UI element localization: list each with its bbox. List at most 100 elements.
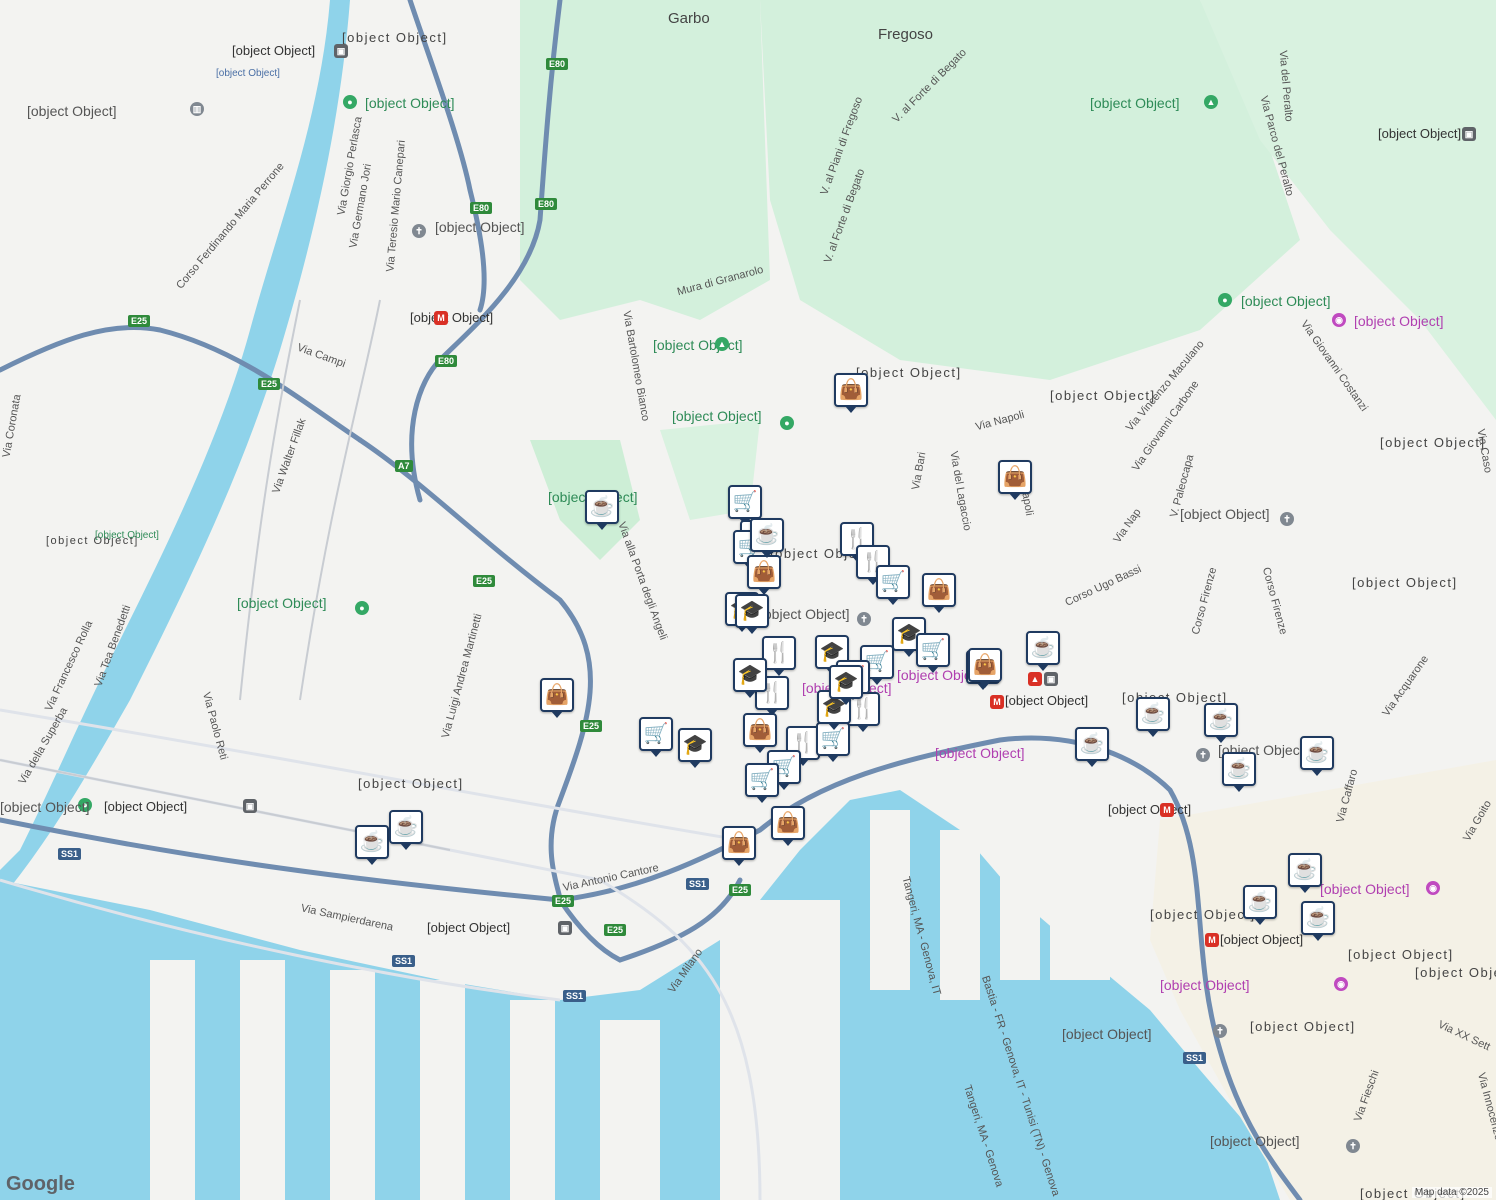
district-castelletto: [object Object] [1352, 575, 1458, 590]
highway-shield: A7 [395, 460, 413, 472]
highway-shield: SS1 [1183, 1052, 1207, 1064]
place-borzoli: [object Object] [216, 68, 280, 79]
shopping-bag-icon[interactable]: 👜 [747, 555, 781, 595]
train-station-icon: ▣ [558, 921, 572, 935]
highway-shield: SS1 [392, 955, 416, 967]
shopping-cart-icon[interactable]: 🛒 [728, 485, 762, 525]
place-campo-granarolo[interactable]: [object Object] [672, 409, 762, 424]
school-icon[interactable]: 🎓 [829, 665, 863, 705]
place-san-giorgio[interactable]: [object Object] [1220, 932, 1303, 947]
bus-station-icon: ▣ [1044, 672, 1058, 686]
shopping-bag-icon[interactable]: 👜 [968, 648, 1002, 688]
monument-icon: ▥ [190, 102, 204, 116]
stadium-icon: ● [780, 416, 794, 430]
district-san-vincenzo: [object Object] [1415, 965, 1496, 980]
place-principe-station[interactable]: [object Object] [1005, 693, 1088, 708]
place-impianto-morgavi[interactable]: [object Object] [237, 596, 327, 611]
park-icon: ▲ [715, 337, 729, 351]
place-santa-maria-assunta[interactable]: [object Object] [1210, 1134, 1300, 1149]
camera-icon: ◉ [1332, 313, 1346, 327]
shopping-bag-icon[interactable]: 👜 [722, 826, 756, 866]
cafe-icon[interactable]: ☕ [1204, 703, 1238, 743]
place-sant-antonino[interactable]: [object Object] [1378, 126, 1461, 141]
shopping-bag-icon[interactable]: 👜 [834, 373, 868, 413]
shopping-bag-icon[interactable]: 👜 [998, 460, 1032, 500]
map-attribution[interactable]: Map data ©2025 [1411, 1187, 1492, 1198]
district-oregina: [object Object] [1050, 388, 1156, 403]
place-chiesa-san-bartolomeo[interactable]: [object Object] [435, 220, 525, 235]
place-leroy-merlin: [object Object] [95, 530, 159, 541]
place-torre-specola[interactable]: [object Object] [1354, 313, 1444, 329]
highway-shield: E25 [473, 575, 496, 587]
place-piazza-de-ferrari[interactable]: [object Object] [1160, 977, 1250, 993]
place-darsena[interactable]: [object Object] [1108, 802, 1191, 817]
shopping-bag-icon[interactable]: 👜 [540, 678, 574, 718]
shopping-cart-icon[interactable]: 🛒 [745, 763, 779, 803]
highway-shield: SS1 [563, 990, 587, 1002]
shopping-bag-icon[interactable]: 👜 [743, 713, 777, 753]
place-palaoregina[interactable]: [object Object] [1241, 293, 1331, 309]
district-sampierdarena: [object Object] [358, 776, 464, 791]
district-portoria: [object Object] [1348, 947, 1454, 962]
highway-shield: E25 [552, 895, 575, 907]
train-station-icon: ▣ [243, 799, 257, 813]
shopping-bag-icon[interactable]: 👜 [922, 573, 956, 613]
shopping-bag-icon[interactable]: 👜 [771, 806, 805, 846]
google-logo: Google [6, 1173, 75, 1195]
church-icon: ✝ [1213, 1024, 1227, 1038]
shopping-cart-icon[interactable]: 🛒 [639, 717, 673, 757]
place-ds-stadium[interactable]: [object Object] [0, 799, 90, 815]
place-galata-museo[interactable]: [object Object] [935, 745, 1025, 761]
place-la-curva[interactable]: [object Object] [653, 337, 743, 353]
church-icon: ✝ [1346, 1139, 1360, 1153]
shopping-cart-icon[interactable]: 🛒 [916, 633, 950, 673]
place-santuario-madonnetta[interactable]: [object Object] [1180, 507, 1270, 522]
cafe-icon[interactable]: ☕ [1222, 752, 1256, 792]
place-santa-maria-castello[interactable]: [object Object] [1062, 1026, 1152, 1042]
district-lagaccio: [object Object] [856, 365, 962, 380]
place-san-nicolo[interactable]: [object Object] [27, 103, 117, 119]
cafe-icon[interactable]: ☕ [389, 810, 423, 850]
place-basilica-san-francesco[interactable]: [object Object] [760, 607, 850, 622]
district-molo: [object Object] [1250, 1019, 1356, 1034]
place-brin[interactable]: [object Object] [410, 310, 493, 325]
church-icon: ✝ [1280, 512, 1294, 526]
cafe-icon[interactable]: ☕ [1301, 901, 1335, 941]
cafe-icon[interactable]: ☕ [1026, 631, 1060, 671]
school-icon[interactable]: 🎓 [733, 658, 767, 698]
metro-icon: M [1205, 933, 1219, 947]
school-icon[interactable]: 🎓 [735, 594, 769, 634]
cafe-icon[interactable]: ☕ [1300, 736, 1334, 776]
church-icon: ✝ [1196, 748, 1210, 762]
map-canvas[interactable]: Garbo Fregoso [object Object] [object Ob… [0, 0, 1496, 1200]
highway-shield: E25 [604, 924, 627, 936]
cafe-icon[interactable]: ☕ [1243, 885, 1277, 925]
area-label-fregoso: Fregoso [878, 26, 934, 43]
school-icon[interactable]: 🎓 [678, 728, 712, 768]
cafe-icon[interactable]: ☕ [1136, 697, 1170, 737]
metro-icon: M [434, 311, 448, 325]
place-foltzer[interactable]: [object Object] [365, 95, 455, 111]
cafe-icon[interactable]: ☕ [1288, 853, 1322, 893]
cafe-icon[interactable]: ☕ [355, 825, 389, 865]
place-parco-del-peralto[interactable]: [object Object] [1090, 95, 1180, 111]
place-genova-sampierdarena[interactable]: [object Object] [104, 799, 187, 814]
fitness-icon: ● [343, 95, 357, 109]
place-genova-rivarolo[interactable]: [object Object] [232, 43, 315, 58]
highway-shield: E25 [580, 720, 603, 732]
cafe-icon[interactable]: ☕ [585, 490, 619, 530]
highway-shield: E80 [546, 58, 569, 70]
cafe-icon[interactable]: ☕ [750, 518, 784, 558]
place-piazza-corvetto[interactable]: [object Object] [1320, 881, 1410, 897]
cafe-icon[interactable]: ☕ [1075, 727, 1109, 767]
restaurant-icon[interactable]: 🍴 [762, 636, 796, 676]
metro-icon: M [1160, 803, 1174, 817]
camera-icon: ◉ [1426, 881, 1440, 895]
area-label-garbo: Garbo [668, 10, 710, 27]
stadium-icon: ● [355, 601, 369, 615]
train-station-icon: ▣ [334, 44, 348, 58]
highway-shield: E25 [729, 884, 752, 896]
shopping-cart-icon[interactable]: 🛒 [876, 565, 910, 605]
place-genova-via-di-francia[interactable]: [object Object] [427, 920, 510, 935]
highway-shield: E80 [535, 198, 558, 210]
